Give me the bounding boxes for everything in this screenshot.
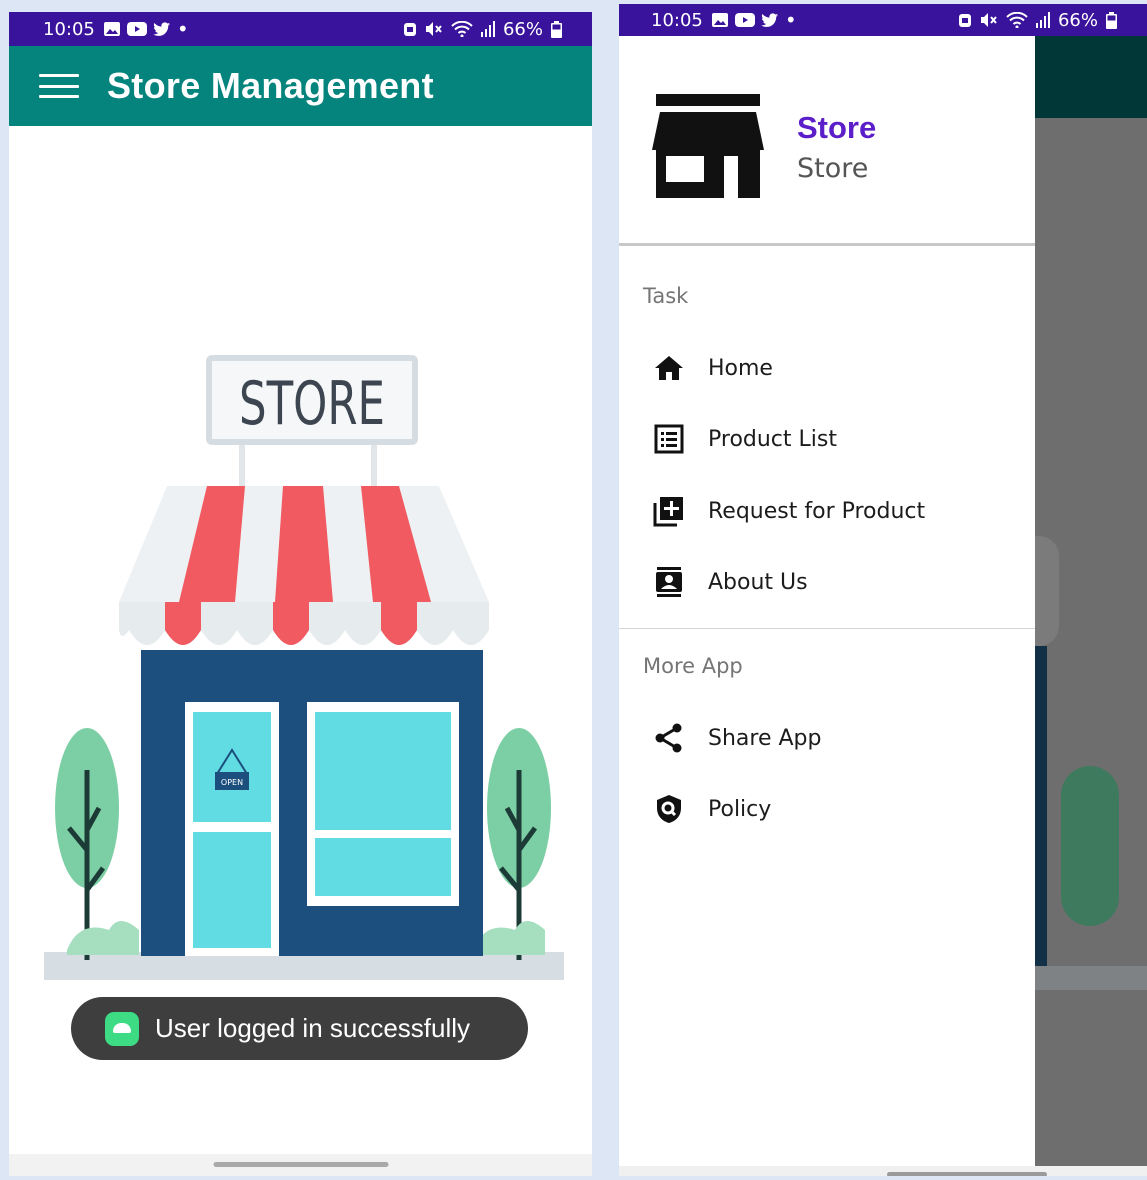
status-time: 10:05 — [43, 18, 95, 40]
status-time: 10:05 — [651, 9, 703, 31]
home-gesture-handle[interactable] — [213, 1162, 388, 1167]
toast-message: User logged in successfully — [71, 997, 528, 1060]
menu-item-request-product[interactable]: Request for Product — [619, 481, 1035, 541]
signal-icon — [480, 21, 495, 37]
twitter-notification-icon — [761, 12, 778, 27]
app-bar: Store Management — [9, 46, 592, 126]
store-illustration: OPEN STORE — [44, 355, 564, 980]
navigation-drawer: Store Store Task Home Product List Reque… — [619, 36, 1035, 1176]
mute-icon — [425, 22, 442, 36]
store-icon — [652, 94, 764, 198]
alarm-icon — [958, 14, 971, 27]
drawer-subtitle: Store — [797, 153, 869, 184]
dimmed-tree — [1061, 766, 1119, 926]
main-screen: 10:05 • 66% Store Management OPEN STORE … — [9, 12, 592, 1176]
menu-item-product-list[interactable]: Product List — [619, 409, 1035, 469]
section-label-more-app: More App — [643, 654, 743, 678]
dimmed-store-wall — [1035, 646, 1047, 986]
list-icon — [654, 424, 684, 454]
policy-icon — [657, 795, 681, 823]
dimmed-floor — [1035, 966, 1147, 990]
section-divider — [619, 628, 1035, 629]
drawer-header: Store Store — [619, 36, 1035, 246]
open-sign-text: OPEN — [221, 778, 243, 787]
wifi-icon — [451, 21, 473, 37]
home-gesture-handle[interactable] — [887, 1172, 1047, 1176]
gesture-nav-bar — [9, 1154, 592, 1176]
battery-icon — [551, 20, 562, 38]
menu-item-about-us[interactable]: About Us — [619, 552, 1035, 612]
gesture-nav-bar — [619, 1166, 1147, 1176]
menu-item-policy[interactable]: Policy — [619, 779, 1035, 839]
menu-item-label: Policy — [708, 796, 772, 822]
android-icon — [105, 1011, 139, 1046]
battery-percent: 66% — [1057, 9, 1098, 31]
hamburger-menu-icon[interactable] — [39, 74, 79, 98]
dimmed-app-bar — [1035, 36, 1147, 118]
contact-icon — [656, 567, 682, 597]
toast-text: User logged in successfully — [155, 1013, 471, 1043]
menu-item-home[interactable]: Home — [619, 338, 1035, 398]
battery-icon — [1106, 11, 1117, 29]
menu-item-label: About Us — [708, 569, 808, 595]
store-sign-text: STORE — [239, 369, 385, 439]
status-bar: 10:05 • 66% — [619, 4, 1147, 36]
gallery-notification-icon — [103, 22, 120, 36]
status-bar: 10:05 • 66% — [9, 12, 592, 46]
gallery-notification-icon — [711, 13, 728, 27]
menu-item-label: Product List — [708, 426, 837, 452]
add-box-icon — [653, 497, 683, 527]
menu-item-label: Share App — [708, 725, 822, 751]
wifi-icon — [1006, 12, 1028, 28]
drawer-screen: 10:05 • 66% Store Store Task Home Produc… — [619, 4, 1147, 1176]
menu-item-label: Home — [708, 355, 773, 381]
alarm-icon — [403, 23, 416, 36]
section-label-task: Task — [643, 284, 689, 308]
drawer-title: Store — [797, 110, 877, 145]
home-icon — [655, 356, 683, 380]
menu-item-share-app[interactable]: Share App — [619, 708, 1035, 768]
battery-percent: 66% — [502, 18, 543, 40]
share-icon — [655, 723, 682, 753]
menu-item-label: Request for Product — [708, 498, 926, 524]
dimmed-awning — [1035, 536, 1059, 646]
drawer-scrim[interactable] — [1035, 36, 1147, 1176]
youtube-notification-icon — [126, 22, 147, 36]
app-title: Store Management — [107, 65, 434, 106]
mute-icon — [980, 13, 997, 27]
youtube-notification-icon — [734, 13, 755, 27]
twitter-notification-icon — [153, 21, 170, 36]
signal-icon — [1035, 12, 1050, 28]
